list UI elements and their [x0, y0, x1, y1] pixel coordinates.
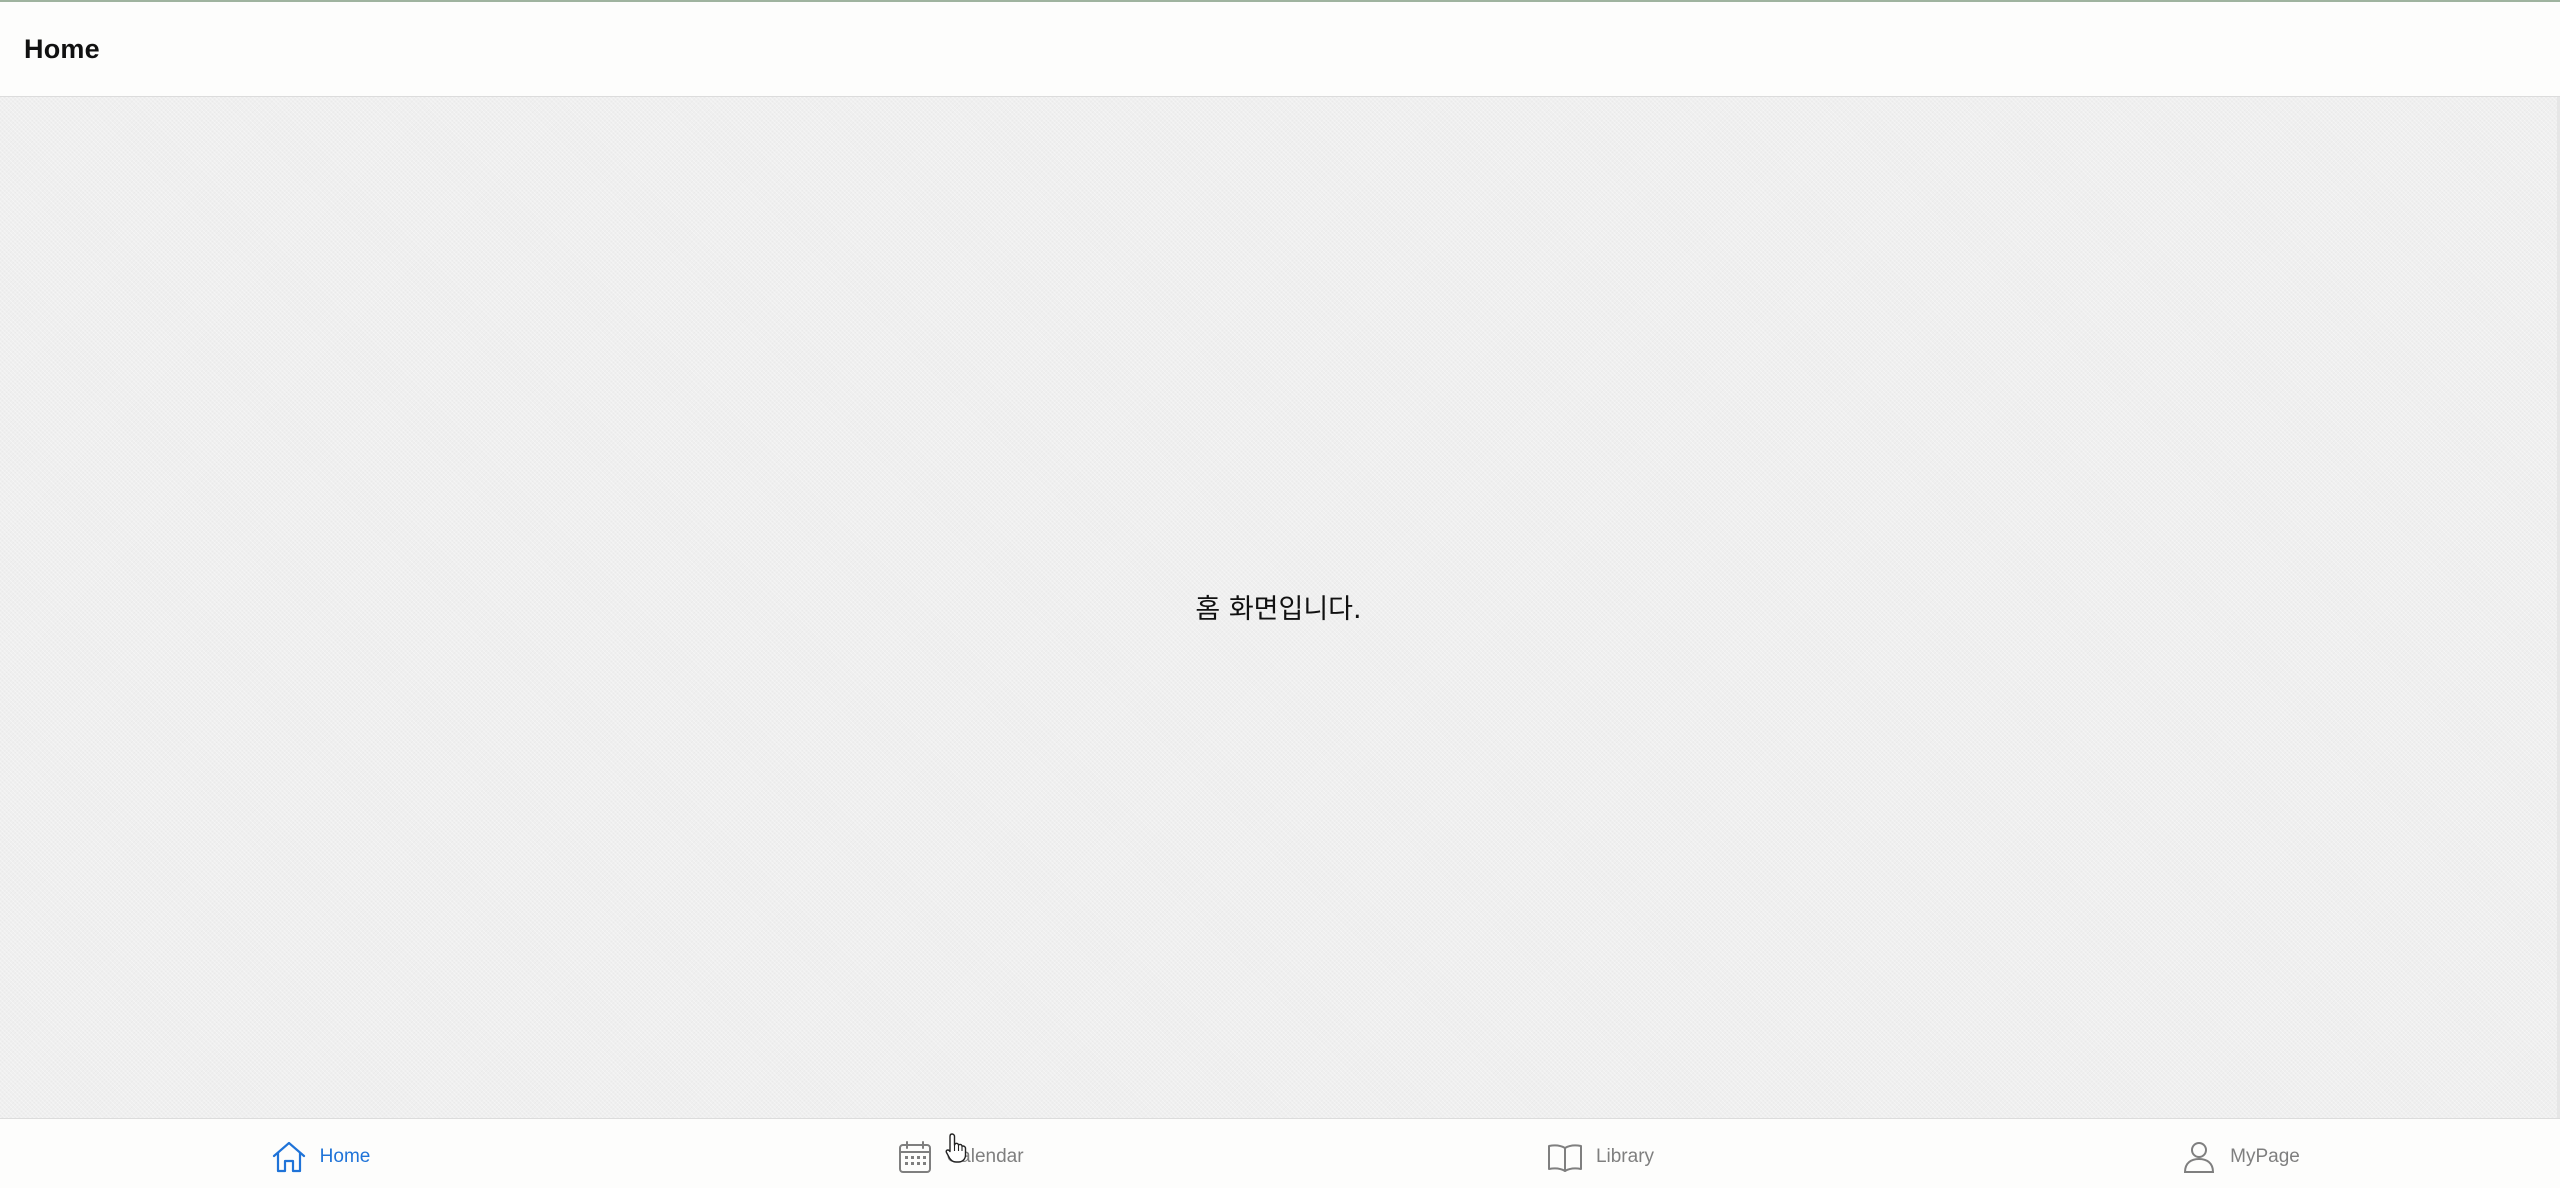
- tab-mypage-label: MyPage: [2230, 1145, 2300, 1167]
- tab-calendar-label: Calendar: [946, 1145, 1024, 1167]
- home-message: 홈 화면입니다.: [1195, 594, 1362, 625]
- tab-library-label: Library: [1595, 1145, 1655, 1167]
- app-window: Home 홈 화면입니다. Home Calendar Library MyPa…: [0, 0, 2560, 1188]
- tab-calendar[interactable]: Calendar: [640, 1119, 1280, 1188]
- tab-home[interactable]: Home: [0, 1119, 640, 1188]
- home-icon: [270, 1138, 308, 1176]
- book-icon: [1546, 1138, 1584, 1176]
- calendar-icon: [896, 1138, 934, 1176]
- bottom-tab-bar: Home Calendar Library MyPage: [0, 1118, 2560, 1188]
- app-header: Home: [0, 2, 2560, 97]
- tab-home-label: Home: [319, 1145, 371, 1167]
- main-content: 홈 화면입니다.: [0, 97, 2560, 1118]
- page-title: Home: [24, 33, 100, 64]
- tab-mypage[interactable]: MyPage: [1920, 1119, 2560, 1188]
- tab-library[interactable]: Library: [1280, 1119, 1920, 1188]
- user-icon: [2180, 1138, 2218, 1176]
